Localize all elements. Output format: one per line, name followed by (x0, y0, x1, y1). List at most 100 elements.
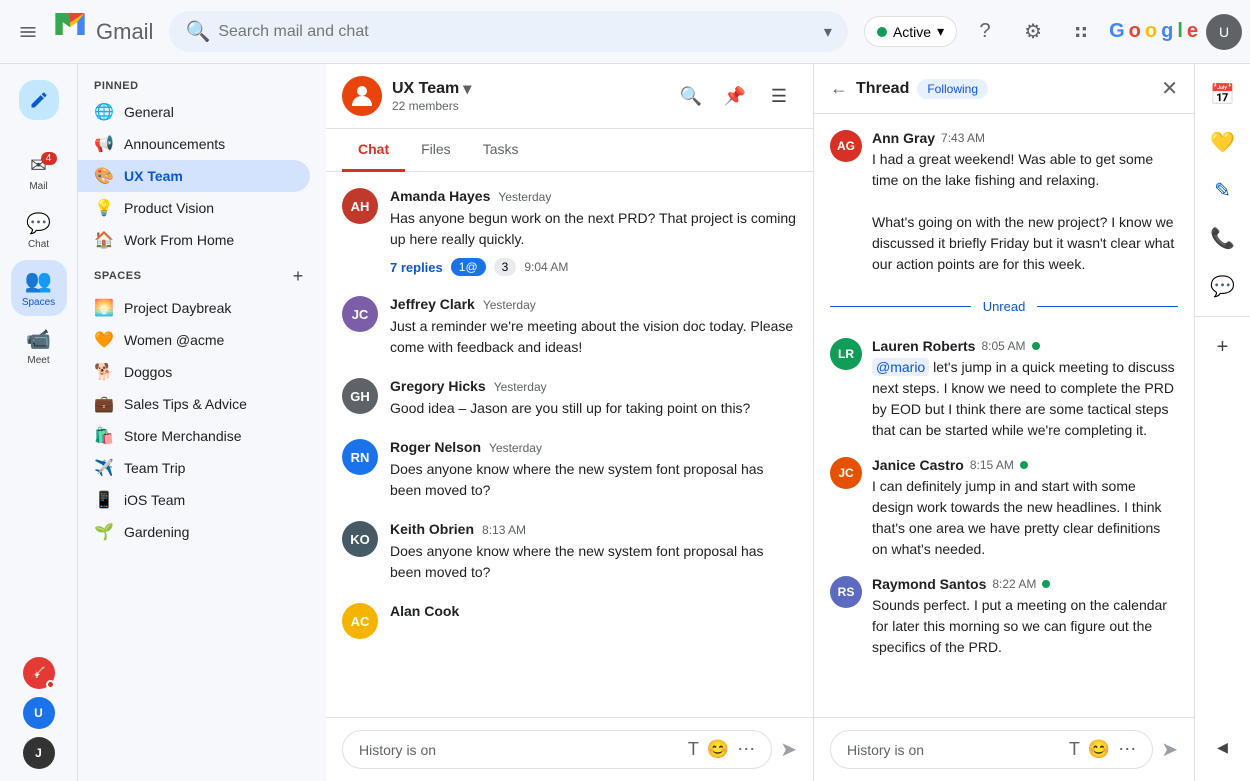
msg-time: Yesterday (498, 190, 551, 204)
bottom-avatar-1[interactable]: 🎸 (23, 657, 55, 689)
chat-input-placeholder: History is on (359, 742, 680, 758)
t-content: Lauren Roberts 8:05 AM @mario let's jump… (872, 338, 1178, 441)
t-header: Lauren Roberts 8:05 AM (872, 338, 1178, 354)
nav-chat-button[interactable]: 💬 Chat (11, 202, 67, 258)
help-button[interactable]: ? (965, 12, 1005, 52)
t-header: Janice Castro 8:15 AM (872, 457, 1178, 473)
sidebar-item-doggos-label: Doggos (124, 364, 294, 380)
add-app-button[interactable]: + (1201, 325, 1245, 369)
more-options-button[interactable]: ☰ (761, 78, 797, 114)
thread-message: LR Lauren Roberts 8:05 AM @mario let's j… (830, 338, 1178, 441)
user-avatar[interactable]: U (1206, 14, 1242, 50)
search-icon: 🔍 (185, 19, 210, 44)
search-input[interactable] (218, 23, 816, 41)
send-button[interactable]: ➤ (780, 737, 797, 762)
sidebar-item-ux-team[interactable]: 🎨 UX Team (78, 160, 310, 192)
sidebar-item-work-from-home-label: Work From Home (124, 232, 294, 248)
spaces-section-label: SPACES (94, 270, 141, 282)
message-item: AC Alan Cook (342, 603, 797, 639)
sidebar-item-project-daybreak[interactable]: 🌅 Project Daybreak (78, 292, 310, 324)
msg-reactions: 7 replies 1@ 3 9:04 AM (390, 258, 797, 276)
thread-send-button[interactable]: ➤ (1161, 737, 1178, 762)
reaction-num: 3 (494, 258, 517, 276)
msg-header: Jeffrey Clark Yesterday (390, 296, 797, 312)
avatar: KO (342, 521, 378, 557)
search-chat-button[interactable]: 🔍 (673, 78, 709, 114)
chat-app-icon-button[interactable]: 💬 (1201, 264, 1245, 308)
format-text-button[interactable]: T (688, 739, 699, 760)
calendar-icon-button[interactable]: 📅 (1201, 72, 1245, 116)
thread-close-button[interactable]: ✕ (1161, 76, 1178, 101)
pin-button[interactable]: 📌 (717, 78, 753, 114)
avatar: RS (830, 576, 862, 608)
msg-content: Roger Nelson Yesterday Does anyone know … (390, 439, 797, 501)
tab-chat[interactable]: Chat (342, 129, 405, 172)
right-rail-bottom: ◀ (1201, 725, 1245, 781)
thread-back-button[interactable]: ← (830, 78, 848, 99)
avatar: LR (830, 338, 862, 370)
bottom-avatar-3[interactable]: J (23, 737, 55, 769)
expand-button[interactable]: ◀ (1201, 725, 1245, 769)
thread-more-button[interactable]: ⋯ (1118, 739, 1136, 760)
sidebar-item-work-from-home[interactable]: 🏠 Work From Home (78, 224, 310, 256)
sidebar-item-announcements[interactable]: 📢 Announcements (78, 128, 310, 160)
tab-files[interactable]: Files (405, 129, 467, 172)
thread-message: JC Janice Castro 8:15 AM I can definitel… (830, 457, 1178, 560)
keep-icon-button[interactable]: 💛 (1201, 120, 1245, 164)
message-item: KO Keith Obrien 8:13 AM Does anyone know… (342, 521, 797, 583)
sidebar-item-product-vision[interactable]: 💡 Product Vision (78, 192, 310, 224)
thread-header: ← Thread Following ✕ (814, 64, 1194, 114)
search-dropdown-icon[interactable]: ▾ (824, 22, 832, 42)
msg-content: Keith Obrien 8:13 AM Does anyone know wh… (390, 521, 797, 583)
sidebar-item-store-merchandise[interactable]: 🛍️ Store Merchandise (78, 420, 310, 452)
gmail-logo (52, 6, 88, 42)
emoji-button[interactable]: 😊 (707, 739, 729, 760)
nav-meet-button[interactable]: 📹 Meet (11, 318, 67, 374)
app-shell: ✉ 4 Mail 💬 Chat 👥 Spaces 📹 Meet 🎸 U J PI… (0, 64, 1250, 781)
online-indicator (1032, 342, 1040, 350)
search-box[interactable]: 🔍 ▾ (169, 11, 847, 52)
add-space-button[interactable]: + (286, 264, 310, 288)
project-daybreak-icon: 🌅 (94, 298, 114, 318)
thread-format-button[interactable]: T (1069, 739, 1080, 760)
tasks-icon-button[interactable]: ✎ (1201, 168, 1245, 212)
hamburger-menu-button[interactable] (8, 12, 48, 52)
sidebar-item-doggos[interactable]: 🐕 Doggos (78, 356, 310, 388)
thread-emoji-button[interactable]: 😊 (1088, 739, 1110, 760)
status-button[interactable]: Active ▾ (864, 16, 957, 47)
chat-header-info: UX Team ▾ 22 members (392, 79, 471, 113)
contacts-icon-button[interactable]: 📞 (1201, 216, 1245, 260)
t-name: Lauren Roberts (872, 338, 975, 354)
reply-count[interactable]: 7 replies (390, 260, 443, 275)
chat-input-inner[interactable]: History is on T 😊 ⋯ (342, 730, 772, 769)
pinned-section-label: PINNED (78, 72, 326, 96)
compose-button[interactable] (11, 72, 67, 128)
sidebar-item-team-trip[interactable]: ✈️ Team Trip (78, 452, 310, 484)
nav-spaces-button[interactable]: 👥 Spaces (11, 260, 67, 316)
apps-grid-button[interactable] (1061, 12, 1101, 52)
chat-messages: AH Amanda Hayes Yesterday Has anyone beg… (326, 172, 813, 717)
msg-name: Amanda Hayes (390, 188, 490, 204)
bottom-avatar-2[interactable]: U (23, 697, 55, 729)
nav-mail-button[interactable]: ✉ 4 Mail (11, 144, 67, 200)
following-badge[interactable]: Following (917, 79, 988, 99)
team-name-chevron-icon[interactable]: ▾ (463, 79, 471, 99)
unread-line-right (1037, 306, 1178, 307)
more-input-button[interactable]: ⋯ (737, 739, 755, 760)
msg-text: Good idea – Jason are you still up for t… (390, 398, 797, 419)
google-logo: Google (1109, 20, 1198, 43)
t-content: Raymond Santos 8:22 AM Sounds perfect. I… (872, 576, 1178, 658)
meet-label: Meet (27, 355, 49, 366)
avatar: AG (830, 130, 862, 162)
sidebar-item-general[interactable]: 🌐 General (78, 96, 310, 128)
msg-header: Roger Nelson Yesterday (390, 439, 797, 455)
thread-input-inner[interactable]: History is on T 😊 ⋯ (830, 730, 1153, 769)
msg-time: Yesterday (483, 298, 536, 312)
settings-button[interactable]: ⚙ (1013, 12, 1053, 52)
tab-tasks[interactable]: Tasks (467, 129, 535, 172)
sidebar-item-sales-tips[interactable]: 💼 Sales Tips & Advice (78, 388, 310, 420)
sidebar-item-ios-team[interactable]: 📱 iOS Team (78, 484, 310, 516)
team-trip-icon: ✈️ (94, 458, 114, 478)
sidebar-item-women-acme[interactable]: 🧡 Women @acme (78, 324, 310, 356)
sidebar-item-gardening[interactable]: 🌱 Gardening (78, 516, 310, 548)
